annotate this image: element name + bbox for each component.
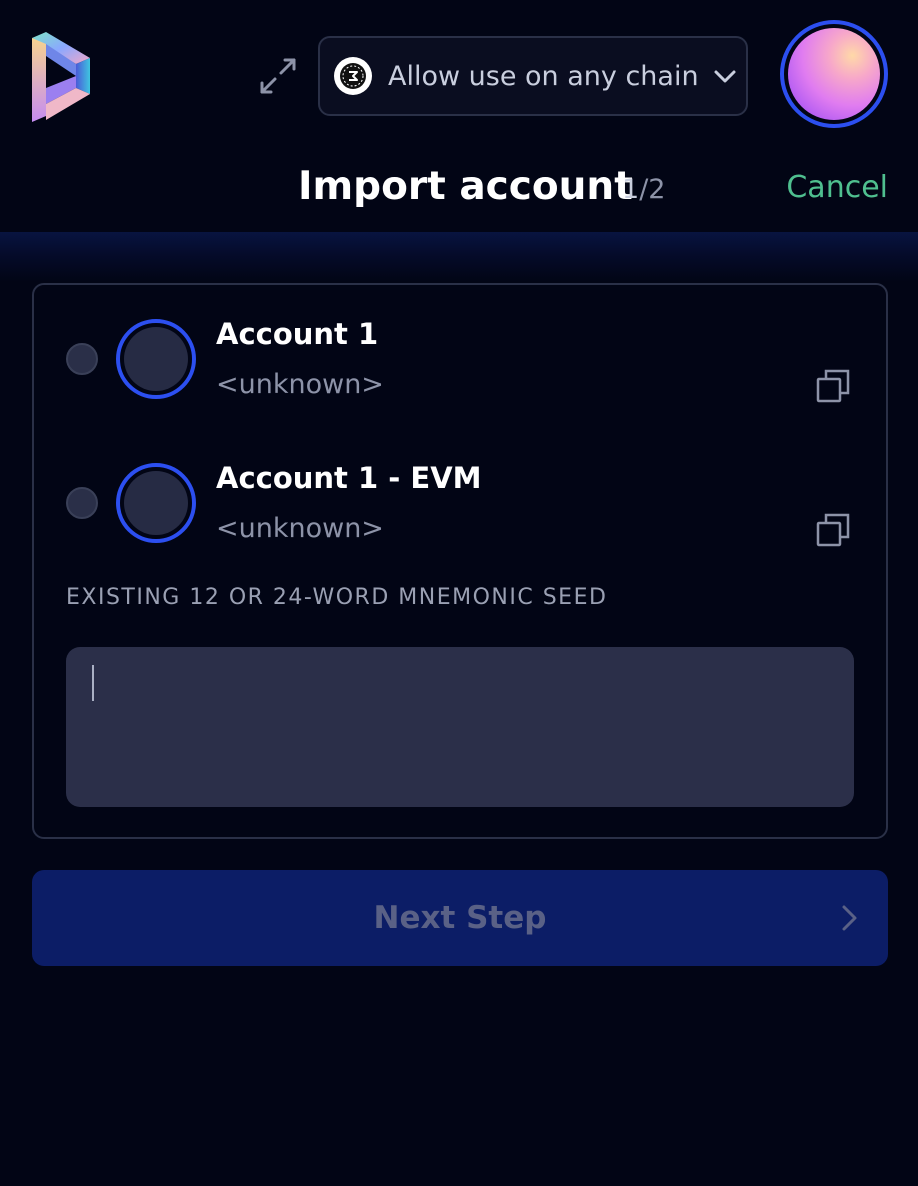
step-indicator: 1/2	[622, 174, 665, 205]
step-total: /2	[639, 174, 666, 205]
expand-icon[interactable]	[258, 56, 298, 96]
account-row: Account 1 <unknown>	[34, 311, 886, 421]
import-account-page: Allow use on any chain Import account 1/…	[0, 0, 918, 1186]
account-address: <unknown>	[216, 513, 384, 544]
chain-icon	[334, 57, 372, 95]
step-current: 1	[622, 174, 640, 205]
account-radio[interactable]	[66, 487, 98, 519]
account-row: Account 1 - EVM <unknown>	[34, 455, 886, 565]
next-step-button[interactable]: Next Step	[32, 870, 888, 966]
text-caret	[92, 665, 94, 701]
account-name: Account 1	[216, 317, 379, 351]
seed-label: EXISTING 12 OR 24-WORD MNEMONIC SEED	[66, 585, 608, 610]
chain-selector-label: Allow use on any chain	[388, 60, 699, 92]
copy-icon[interactable]	[816, 513, 852, 549]
header: Allow use on any chain Import account 1/…	[0, 0, 918, 232]
import-card: Account 1 <unknown> Account 1 - EVM <unk…	[32, 283, 888, 839]
account-radio[interactable]	[66, 343, 98, 375]
account-avatar-button[interactable]	[780, 20, 888, 128]
chevron-right-icon	[842, 905, 857, 931]
next-step-label: Next Step	[373, 900, 547, 936]
page-title: Import account	[298, 164, 633, 209]
account-address: <unknown>	[216, 369, 384, 400]
avatar	[788, 28, 880, 120]
cancel-button[interactable]: Cancel	[786, 170, 888, 205]
header-divider	[0, 232, 918, 282]
chevron-down-icon	[714, 70, 736, 83]
account-identicon	[116, 463, 196, 543]
title-row: Import account 1/2 Cancel	[0, 160, 918, 220]
copy-icon[interactable]	[816, 369, 852, 405]
logo-icon	[32, 32, 90, 122]
account-name: Account 1 - EVM	[216, 461, 482, 495]
account-identicon	[116, 319, 196, 399]
seed-input[interactable]	[66, 647, 854, 807]
chain-selector[interactable]: Allow use on any chain	[318, 36, 748, 116]
